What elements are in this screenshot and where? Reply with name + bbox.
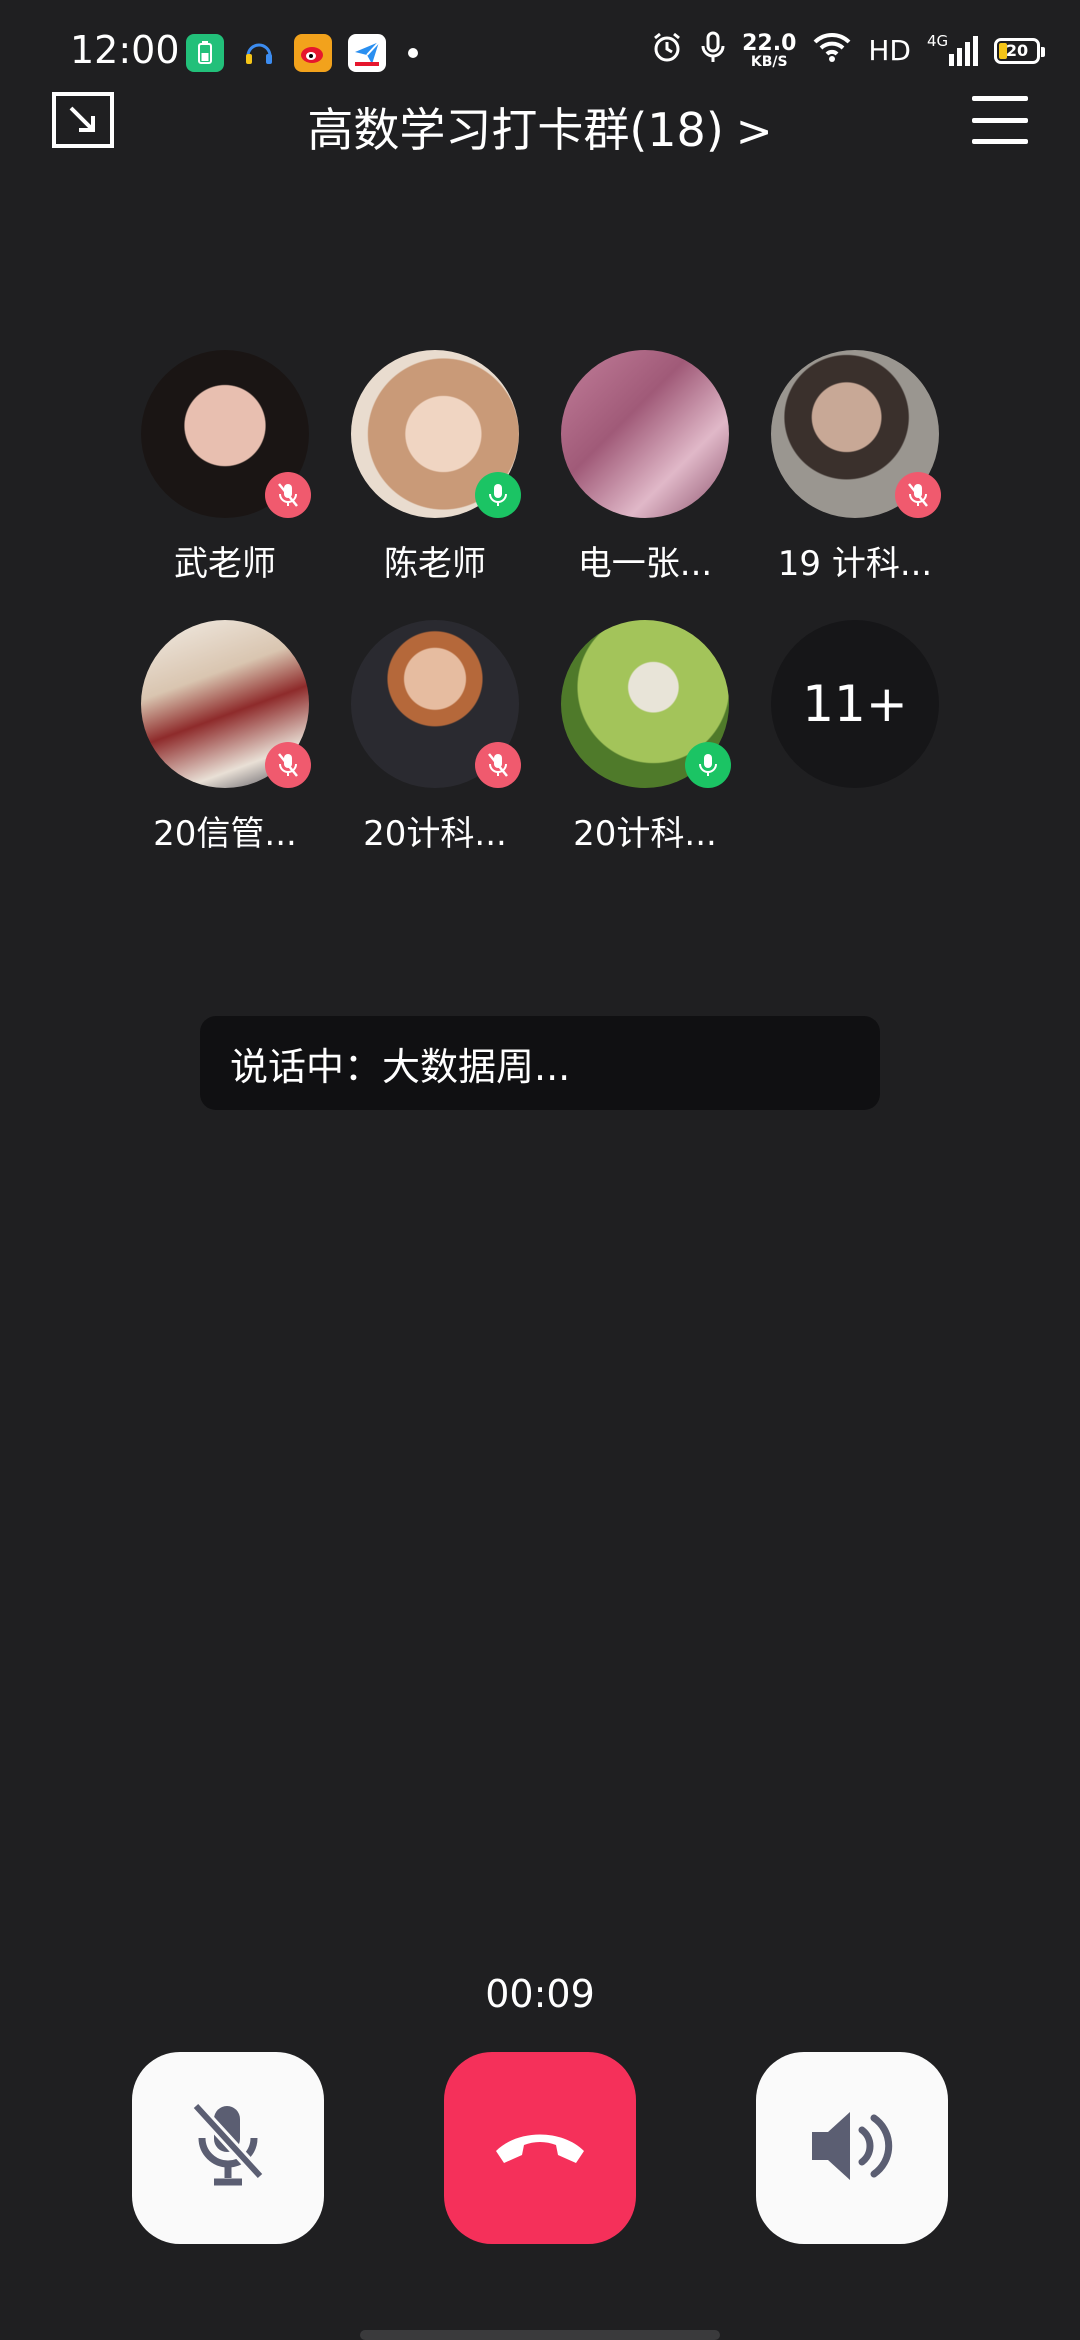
call-timer: 00:09 (485, 1972, 595, 2016)
avatar (771, 350, 941, 518)
call-header: 高数学习打卡群(18) > (0, 84, 1080, 184)
speaker-volume-icon (804, 2104, 900, 2192)
home-indicator[interactable] (360, 2330, 720, 2340)
hamburger-menu-icon[interactable] (972, 96, 1028, 144)
status-indicators: 22.0 KB/S HD 4G 20 (650, 30, 1045, 71)
speaker-button[interactable] (756, 2052, 948, 2244)
avatar (141, 620, 311, 788)
participant-2[interactable]: 陈老师 (330, 350, 540, 585)
wifi-icon (812, 31, 852, 70)
network-speed: 22.0 KB/S (742, 30, 797, 70)
participant-1[interactable]: 武老师 (120, 350, 330, 585)
net-speed-unit: KB/S (750, 53, 788, 70)
mic-on-icon (685, 742, 731, 788)
participant-name: 电一张... (577, 544, 713, 584)
participant-name: 19 计科... (777, 544, 933, 584)
more-participants-button[interactable]: 11+ (750, 620, 960, 788)
hd-label: HD (868, 34, 911, 67)
participant-7[interactable]: 20计科... (540, 620, 750, 855)
phone-hangup-icon (488, 2121, 592, 2175)
participant-name: 20信管... (153, 814, 297, 854)
cell-signal-icon: 4G (927, 32, 978, 66)
alarm-icon (650, 30, 684, 71)
chevron-right-icon: > (735, 106, 773, 157)
send-app-icon (348, 34, 386, 72)
participant-name: 武老师 (174, 544, 276, 584)
participant-6[interactable]: 20计科... (330, 620, 540, 855)
mic-on-icon (475, 472, 521, 518)
avatar (141, 350, 311, 518)
participant-name: 20计科... (363, 814, 507, 854)
battery-icon: 20 (994, 37, 1045, 64)
status-time: 12:00 (70, 28, 180, 72)
mic-muted-icon (265, 472, 311, 518)
avatar (561, 620, 731, 788)
battery-level: 20 (1005, 41, 1029, 60)
headset-app-icon (240, 34, 278, 72)
speaking-indicator: 说话中：大数据周... (200, 1016, 880, 1110)
participant-5[interactable]: 20信管... (120, 620, 330, 855)
battery-app-icon (186, 34, 224, 72)
mute-button[interactable] (132, 2052, 324, 2244)
group-title-button[interactable]: 高数学习打卡群(18) > (0, 94, 1080, 160)
microphone-muted-icon (188, 2098, 268, 2198)
more-count: 11+ (771, 620, 939, 788)
avatar (351, 620, 521, 788)
mic-muted-icon (265, 742, 311, 788)
hangup-button[interactable] (444, 2052, 636, 2244)
avatar (561, 350, 729, 518)
participant-name: 20计科... (573, 814, 717, 854)
notification-dot-icon (408, 48, 418, 58)
participant-3[interactable]: 电一张... (540, 350, 750, 585)
net-speed-value: 22.0 (742, 30, 797, 56)
mic-status-icon (700, 30, 726, 71)
status-app-icons (186, 34, 418, 72)
mic-muted-icon (895, 472, 941, 518)
weibo-app-icon (294, 34, 332, 72)
participant-name: 陈老师 (384, 544, 486, 584)
group-title: 高数学习打卡群(18) (307, 103, 724, 157)
participant-4[interactable]: 19 计科... (750, 350, 960, 585)
mic-muted-icon (475, 742, 521, 788)
avatar (351, 350, 521, 518)
signal-label: 4G (927, 31, 949, 50)
